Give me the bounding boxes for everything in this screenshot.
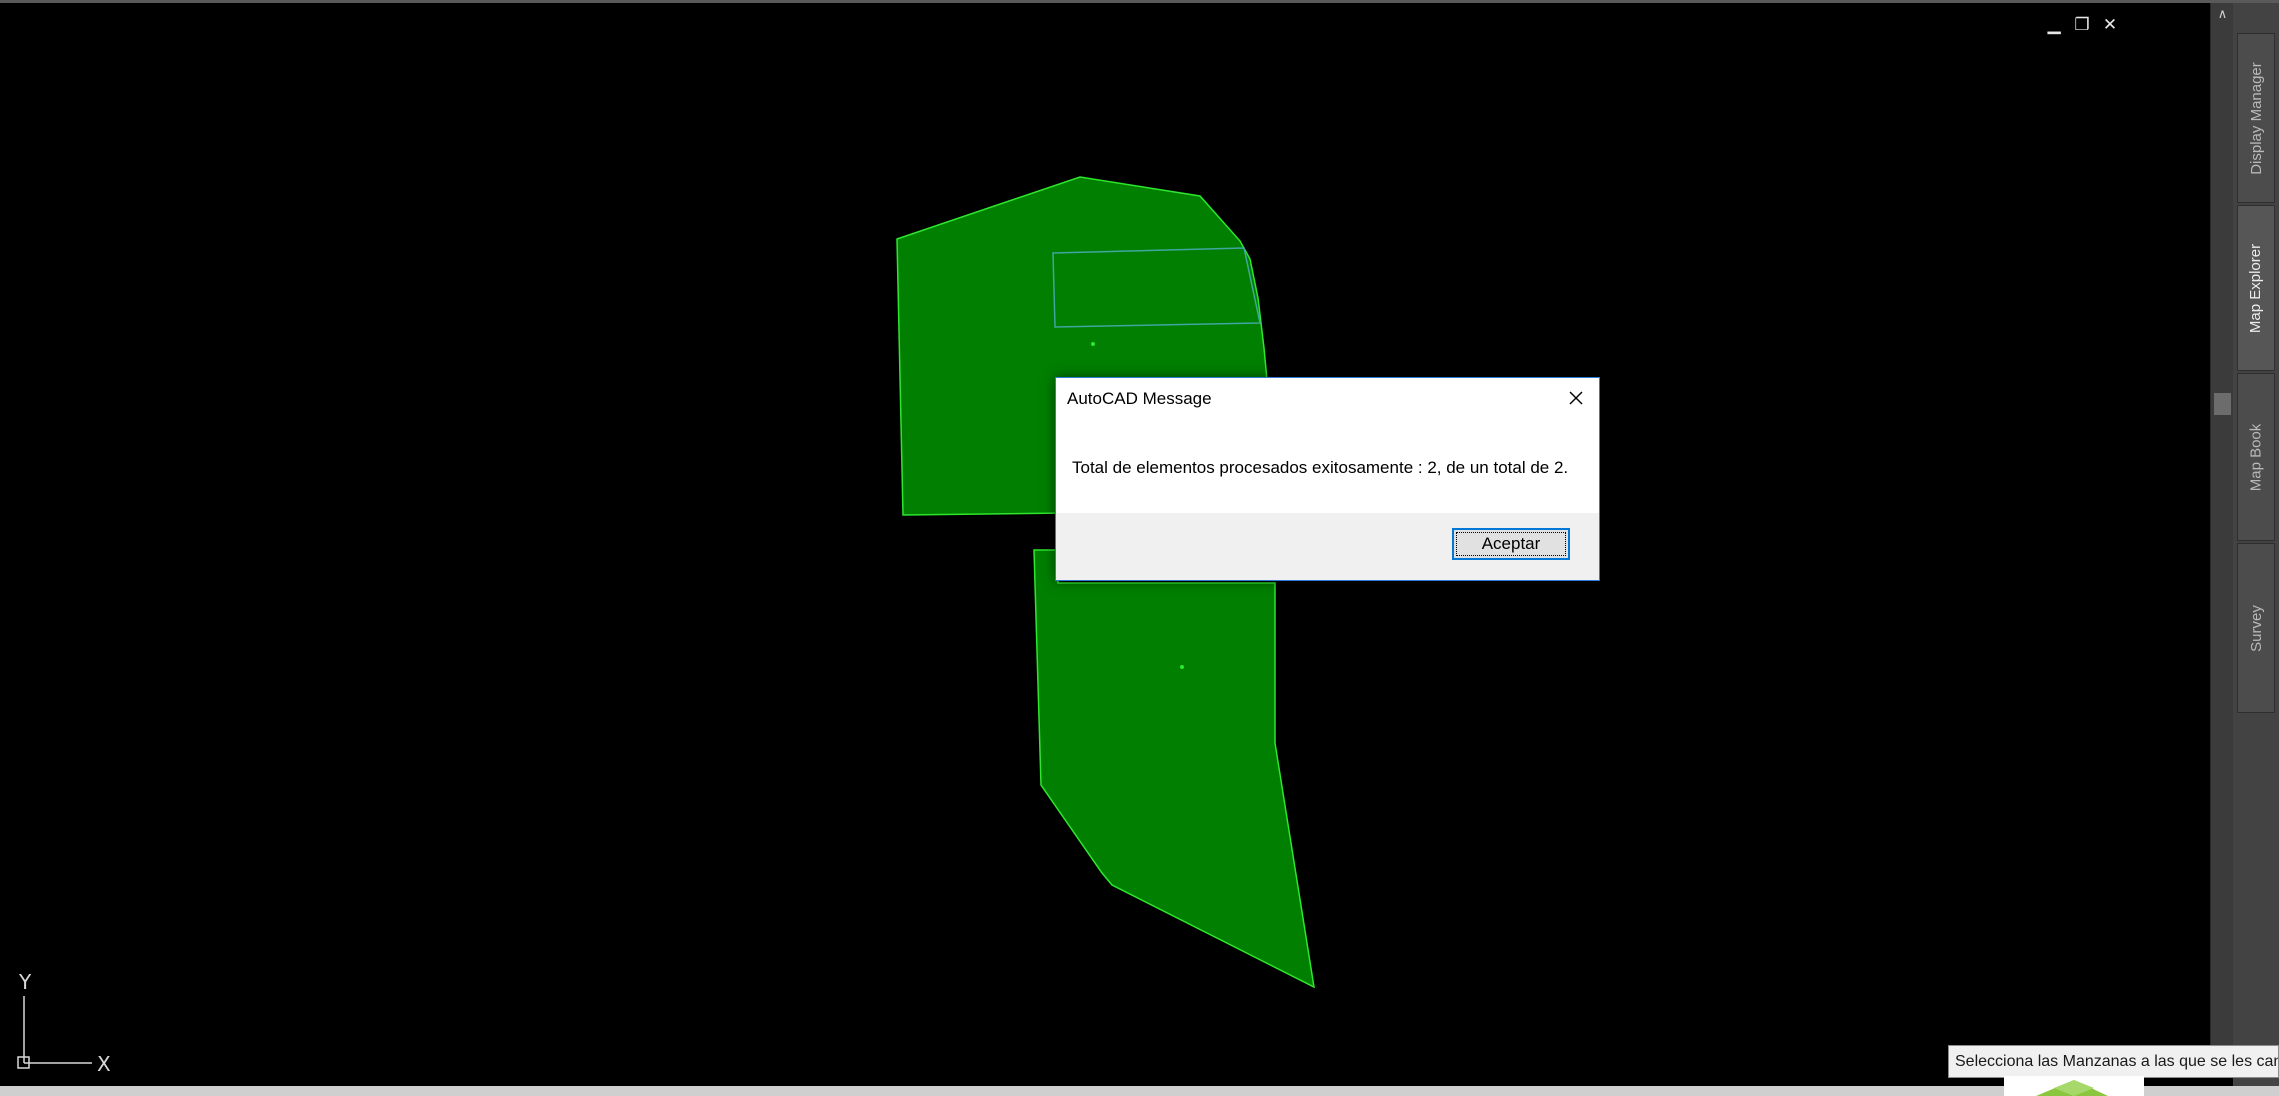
tab-map-book[interactable]: Map Book: [2237, 373, 2275, 541]
minimize-icon[interactable]: ▁: [2046, 15, 2062, 35]
tab-display-manager-label: Display Manager: [2247, 61, 2265, 175]
close-icon[interactable]: [1563, 385, 1589, 411]
tab-map-explorer-label: Map Explorer: [2247, 243, 2265, 333]
dialog-title: AutoCAD Message: [1067, 389, 1212, 408]
navigation-cube-icon[interactable]: [2004, 1076, 2144, 1096]
dialog-footer: Aceptar: [1056, 513, 1599, 580]
centroid-point-upper: [1091, 342, 1095, 346]
close-icon[interactable]: ✕: [2102, 15, 2118, 35]
command-line-strip[interactable]: [0, 1086, 2279, 1096]
ucs-y-label: Y: [18, 970, 32, 994]
autocad-message-dialog: AutoCAD Message Total de elementos proce…: [1055, 377, 1600, 581]
command-prompt-tooltip: Selecciona las Manzanas a las que se les…: [1948, 1045, 2279, 1078]
tab-map-book-label: Map Book: [2247, 423, 2265, 491]
scrollbar-thumb[interactable]: [2214, 393, 2231, 415]
tab-display-manager[interactable]: Display Manager: [2237, 33, 2275, 203]
tab-survey-label: Survey: [2247, 604, 2265, 652]
dialog-message: Total de elementos procesados exitosamen…: [1072, 458, 1569, 477]
vertical-scrollbar[interactable]: ∧: [2210, 3, 2234, 1046]
parcel-polygon-lower[interactable]: [1033, 549, 1315, 989]
scroll-up-icon[interactable]: ∧: [2211, 3, 2234, 27]
tab-map-explorer[interactable]: Map Explorer: [2237, 205, 2275, 371]
viewport-window-controls: ▁ ❐ ✕: [2046, 15, 2118, 35]
ucs-x-label: X: [97, 1052, 111, 1073]
dialog-titlebar[interactable]: AutoCAD Message: [1056, 378, 1599, 420]
centroid-point-lower: [1180, 665, 1184, 669]
tab-survey[interactable]: Survey: [2237, 543, 2275, 713]
task-pane-tabs: Display Manager Map Explorer Map Book Su…: [2233, 3, 2279, 1096]
restore-icon[interactable]: ❐: [2074, 15, 2090, 35]
ucs-icon: Y X: [17, 970, 111, 1073]
autocad-window: ▁ ❐ ✕ Y X ∧ Display Manager Map Explorer…: [0, 0, 2279, 1096]
accept-button[interactable]: Aceptar: [1452, 528, 1570, 560]
